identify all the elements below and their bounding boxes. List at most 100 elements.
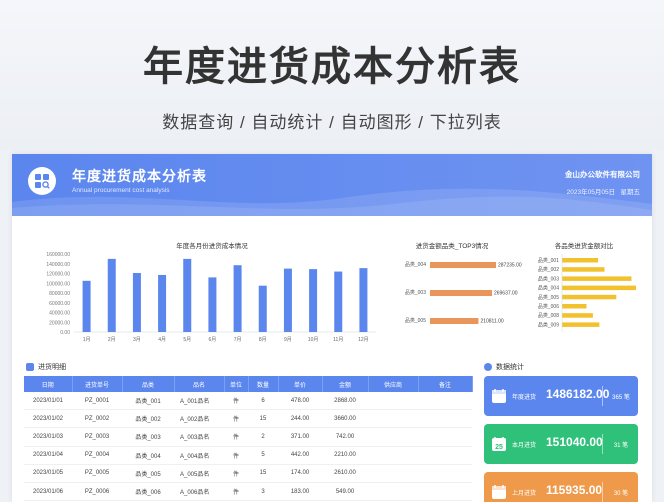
table-cell[interactable]: 2210.00 [322,446,368,465]
table-cell[interactable] [418,427,472,447]
table-row[interactable]: 2023/01/04 PZ_0004 品类_004 A_004品名件 5 442.00 22… [24,446,472,465]
table-cell[interactable]: 2610.00 [322,464,368,483]
category-label: 品类_006 [538,303,559,310]
table-cell[interactable]: A_002品名 [174,409,224,429]
table-cell[interactable]: 品类_005 [122,464,174,483]
table-cell[interactable]: 品类_006 [122,482,174,502]
category-comparison-chart: 品类_001 品类_002 品类_003 品类_004 品类_005 品类_006 品类_0… [538,254,636,332]
table-cell[interactable]: 478.00 [278,392,322,411]
table-cell[interactable]: PZ_0006 [72,482,122,502]
spreadsheet-dashboard: 年度进货成本分析表 Annual procurement cost analys… [12,154,652,502]
table-row[interactable]: 2023/01/06 PZ_0006 品类_006 A_006品名件 3 183.00 54… [24,482,472,502]
column-header[interactable]: 日期 [24,376,73,392]
table-cell[interactable]: 3 [248,482,278,502]
table-cell[interactable]: 15 [248,464,278,483]
table-cell[interactable] [368,464,418,483]
bar-品类_006 [562,304,587,309]
table-cell[interactable]: 742.00 [322,427,368,447]
table-cell[interactable]: 品类_002 [122,409,174,429]
table-cell[interactable]: A_001品名 [174,392,224,411]
column-header[interactable]: 备注 [418,376,473,392]
stats-section-title: 数据统计 [496,364,524,371]
table-cell[interactable]: 2023/01/05 [24,464,72,483]
table-cell[interactable]: PZ_0004 [72,446,122,465]
hero-title: 年度进货成本分析表 [143,45,521,89]
table-cell[interactable]: A_003品名 [174,427,224,447]
column-header[interactable]: 单价 [278,376,323,392]
table-cell[interactable]: 442.00 [278,446,322,465]
table-row[interactable]: 2023/01/03 PZ_0003 品类_003 A_003品名件 2 371.00 74… [24,427,472,447]
stat-card-this-month[interactable]: 25 本月进货 151040.00 31 笔 [484,424,638,464]
stat-value: 151040.00 [546,435,603,449]
table-cell[interactable]: PZ_0002 [72,409,122,429]
table-cell[interactable]: 371.00 [278,427,322,447]
table-row[interactable]: 2023/01/01 PZ_0001 品类_001 A_001品名件 6 478.00 28… [24,392,472,411]
table-cell[interactable] [418,409,472,429]
column-header[interactable]: 品类 [122,376,175,392]
table-row[interactable]: 2023/01/05 PZ_0005 品类_005 A_005品名件 15 174.00 2… [24,464,472,483]
table-cell[interactable]: 件 [224,482,248,502]
table-cell[interactable]: 品类_004 [122,446,174,465]
table-cell[interactable]: 3660.00 [322,409,368,429]
y-tick-label: 40000.00 [49,311,70,317]
column-header[interactable]: 进货单号 [72,376,123,392]
table-cell[interactable]: 15 [248,409,278,429]
table-cell[interactable] [368,446,418,465]
table-cell[interactable] [418,464,472,483]
table-cell[interactable]: 549.00 [322,482,368,502]
stat-count: 31 笔 [613,443,629,449]
table-cell[interactable] [368,409,418,429]
bar-8月 [258,285,267,332]
table-cell[interactable]: 174.00 [278,464,322,483]
table-cell[interactable]: 2023/01/02 [24,409,72,429]
column-header[interactable]: 品名 [174,376,225,392]
bar-6月 [208,277,217,332]
value-label: 210811.00 [480,319,503,325]
table-cell[interactable]: 2023/01/04 [24,446,72,465]
column-header[interactable]: 供应商 [368,376,419,392]
table-cell[interactable]: A_004品名 [174,446,224,465]
x-tick-label: 11月 [333,337,343,343]
table-cell[interactable]: 品类_001 [122,392,174,411]
table-cell[interactable]: 2 [248,427,278,447]
table-cell[interactable]: A_006品名 [174,482,224,502]
table-cell[interactable] [418,482,472,502]
table-cell[interactable]: 2023/01/06 [24,482,72,502]
table-cell[interactable]: PZ_0005 [72,464,122,483]
table-cell[interactable]: PZ_0003 [72,427,122,447]
divider [602,386,603,406]
column-header[interactable]: 单位 [224,376,249,392]
table-cell[interactable]: 2868.00 [322,392,368,411]
table-cell[interactable] [418,392,472,411]
column-header[interactable]: 数量 [248,376,279,392]
table-cell[interactable]: 5 [248,446,278,465]
table-cell[interactable]: A_005品名 [174,464,224,483]
top3-chart-title: 进货金额品类_TOP3情况 [415,243,489,250]
table-cell[interactable]: 件 [224,392,248,411]
table-cell[interactable]: 件 [224,446,248,465]
table-cell[interactable]: 件 [224,409,248,429]
table-cell[interactable] [368,482,418,502]
bar-品类_008 [562,313,593,318]
table-cell[interactable]: 183.00 [278,482,322,502]
y-tick-label: 80000.00 [49,291,70,297]
table-cell[interactable]: PZ_0001 [72,392,122,411]
stat-card-annual[interactable]: 年度进货 1486182.00 365 笔 [484,376,638,416]
category-label: 品类_003 [405,289,426,296]
stat-label: 上月进货 [512,491,537,497]
table-cell[interactable] [368,392,418,411]
table-row[interactable]: 2023/01/02 PZ_0002 品类_002 A_002品名件 15 244.00 3… [24,409,472,429]
table-cell[interactable]: 2023/01/01 [24,392,72,411]
table-cell[interactable]: 244.00 [278,409,322,429]
table-cell[interactable]: 件 [224,427,248,447]
table-cell[interactable]: 件 [224,464,248,483]
stat-count: 30 笔 [613,491,629,497]
calendar-25-icon: 25 [492,437,506,451]
column-header[interactable]: 金额 [322,376,369,392]
table-cell[interactable]: 品类_003 [122,427,174,447]
table-cell[interactable]: 2023/01/03 [24,427,72,447]
stat-card-last-month[interactable]: 上月进货 115935.00 30 笔 [484,472,638,502]
table-cell[interactable]: 6 [248,392,278,411]
table-cell[interactable] [368,427,418,447]
table-cell[interactable] [418,446,472,465]
